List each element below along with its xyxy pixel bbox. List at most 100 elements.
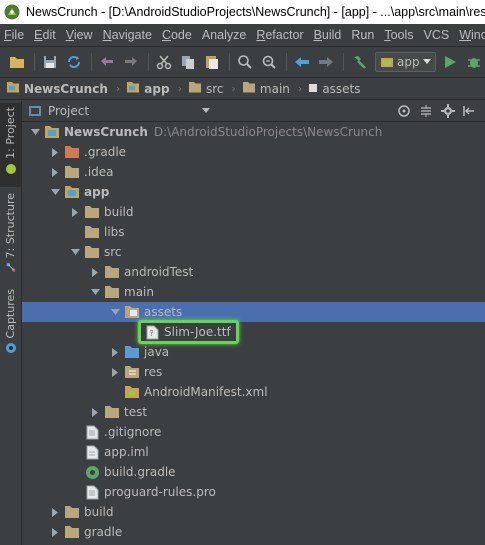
breadcrumb-item[interactable]: src: [188, 80, 224, 97]
tree-row[interactable]: assets: [22, 302, 485, 322]
cut-button[interactable]: [153, 51, 175, 73]
breadcrumb-item[interactable]: app: [126, 80, 170, 97]
arrow-right-icon: [319, 56, 333, 67]
menu-analyze[interactable]: Analyze: [198, 28, 252, 42]
tree-expand-toggle[interactable]: [48, 162, 62, 182]
tree-node-icon: [84, 484, 100, 500]
forward-button[interactable]: [315, 51, 337, 73]
debug-button[interactable]: [463, 51, 485, 73]
tree-node-label: NewsCrunch: [64, 125, 148, 139]
tree-row[interactable]: build.gradle: [22, 462, 485, 482]
tree-node-label: res: [144, 365, 163, 379]
run-button[interactable]: [439, 51, 461, 73]
tree-row[interactable]: proguard-rules.pro: [22, 482, 485, 502]
undo-button[interactable]: [96, 51, 118, 73]
tree-expand-toggle[interactable]: [48, 522, 62, 542]
tree-row[interactable]: test: [22, 402, 485, 422]
tree-expand-toggle[interactable]: [48, 182, 62, 202]
tree-row[interactable]: NewsCrunch D:\AndroidStudioProjects\NewsC…: [22, 122, 485, 142]
tree-row[interactable]: build: [22, 202, 485, 222]
tree-row[interactable]: libs: [22, 222, 485, 242]
scroll-from-source-button[interactable]: [393, 102, 415, 120]
tree-node-icon: [64, 524, 80, 540]
tree-expand-toggle: [68, 222, 82, 242]
tree-row[interactable]: AndroidManifest.xml: [22, 382, 485, 402]
copy-button[interactable]: [177, 51, 199, 73]
tree-expand-toggle[interactable]: [48, 142, 62, 162]
save-all-button[interactable]: [39, 51, 61, 73]
tree-row[interactable]: .idea: [22, 162, 485, 182]
dropdown-arrow-icon: [202, 108, 210, 113]
cut-icon: [156, 55, 172, 69]
tree-expand-toggle[interactable]: [108, 342, 122, 362]
tree-row[interactable]: java: [22, 342, 485, 362]
menu-file[interactable]: File: [0, 28, 30, 42]
tree-row[interactable]: main: [22, 282, 485, 302]
tree-row[interactable]: gradle: [22, 522, 485, 542]
tree-node-icon: [104, 284, 120, 300]
tree-row[interactable]: src: [22, 242, 485, 262]
tree-expand-toggle[interactable]: [108, 362, 122, 382]
source-folder-icon: [125, 346, 139, 358]
open-folder-button[interactable]: [6, 51, 28, 73]
menu-edit[interactable]: Edit: [30, 28, 62, 42]
menu-tools[interactable]: Tools: [380, 28, 419, 42]
chevron-down-icon: [110, 309, 120, 315]
navigation-breadcrumb: NewsCrunch › app › src › main › assets: [0, 77, 485, 100]
paste-button[interactable]: [201, 51, 223, 73]
tree-expand-toggle[interactable]: [88, 402, 102, 422]
menu-refactor[interactable]: Refactor: [252, 28, 309, 42]
sync-button[interactable]: [63, 51, 85, 73]
project-view-select[interactable]: Project: [22, 104, 210, 118]
tree-node-icon: [124, 344, 140, 360]
tree-expand-toggle[interactable]: [68, 202, 82, 222]
menu-code[interactable]: Code: [158, 28, 198, 42]
tree-row[interactable]: app: [22, 182, 485, 202]
tree-row[interactable]: res: [22, 362, 485, 382]
tree-row[interactable]: androidTest: [22, 262, 485, 282]
replace-button[interactable]: [258, 51, 280, 73]
breadcrumb-label: main: [259, 81, 290, 96]
tree-node-icon: [64, 184, 80, 200]
tree-row[interactable]: build: [22, 502, 485, 522]
tree-row[interactable]: .gitignore: [22, 422, 485, 442]
breadcrumb-item[interactable]: main: [242, 80, 290, 97]
tree-expand-toggle[interactable]: [28, 122, 42, 142]
tree-expand-toggle[interactable]: [108, 302, 122, 322]
tool-tab-project[interactable]: 1: Project: [0, 103, 21, 187]
back-button[interactable]: [291, 51, 313, 73]
menu-run[interactable]: Run: [347, 28, 380, 42]
redo-icon: [125, 56, 137, 66]
find-button[interactable]: [234, 51, 256, 73]
tool-tab-captures[interactable]: Captures: [0, 289, 21, 357]
tree-row[interactable]: ? Slim-Joe.ttf: [22, 322, 485, 342]
breadcrumb-item[interactable]: assets: [308, 82, 361, 96]
menu-vcs[interactable]: VCS: [420, 28, 456, 42]
menu-build[interactable]: Build: [310, 28, 348, 42]
tree-expand-toggle[interactable]: [88, 262, 102, 282]
breadcrumb-icon: [188, 80, 202, 97]
hide-panel-button[interactable]: [459, 102, 481, 120]
tree-expand-toggle[interactable]: [88, 282, 102, 302]
tree-node-label: build: [84, 505, 114, 519]
run-configuration-select[interactable]: app: [375, 51, 436, 72]
tree-node-label: Slim-Joe.ttf: [164, 325, 231, 339]
chevron-right-icon: [52, 527, 58, 537]
settings-button[interactable]: [437, 102, 459, 120]
make-project-button[interactable]: [348, 51, 370, 73]
menu-window[interactable]: Wind: [455, 28, 485, 42]
tree-expand-toggle[interactable]: [48, 502, 62, 522]
menu-navigate[interactable]: Navigate: [99, 28, 158, 42]
redo-button[interactable]: [120, 51, 142, 73]
collapse-all-button[interactable]: [415, 102, 437, 120]
breadcrumb-item[interactable]: NewsCrunch: [6, 80, 108, 97]
breadcrumb-separator: ›: [297, 82, 303, 95]
tree-row[interactable]: .gradle: [22, 142, 485, 162]
tree-node-label: assets: [144, 305, 183, 319]
tree-row[interactable]: app.iml: [22, 442, 485, 462]
chevron-right-icon: [92, 407, 98, 417]
folder-icon: [85, 226, 99, 238]
menu-view[interactable]: View: [62, 28, 99, 42]
tool-tab-structure[interactable]: 7: Structure: [0, 193, 21, 273]
tree-expand-toggle[interactable]: [68, 242, 82, 262]
